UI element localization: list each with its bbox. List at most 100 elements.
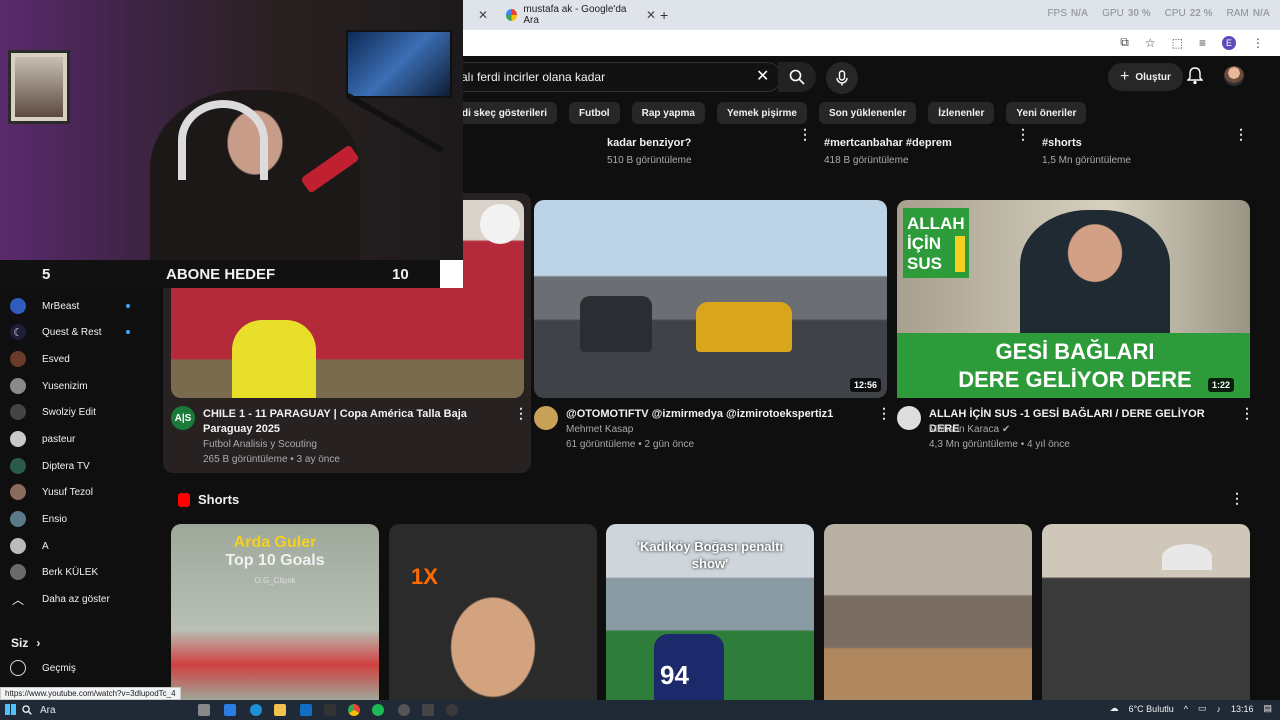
spotify-icon[interactable] xyxy=(372,704,384,716)
video-meta[interactable]: #shorts 1,5 Mn görüntüleme xyxy=(1042,137,1131,166)
sidebar-item-history[interactable]: Geçmiş xyxy=(10,660,76,676)
singer-shape xyxy=(1020,210,1170,333)
volume-icon[interactable]: ♪ xyxy=(1216,704,1221,714)
short-thumbnail[interactable] xyxy=(1042,524,1250,700)
task-view-icon[interactable] xyxy=(198,704,210,716)
short-thumbnail[interactable]: Arda Guler Top 10 Goals O.G_Clipsk xyxy=(171,524,379,700)
account-avatar[interactable] xyxy=(1224,66,1244,86)
more-options-icon[interactable]: ⋮ xyxy=(798,126,812,143)
sidebar-item-diptera[interactable]: Diptera TV xyxy=(10,456,130,476)
install-app-icon[interactable]: ⧉ xyxy=(1120,35,1129,50)
notifications-bell-icon[interactable] xyxy=(1186,67,1204,90)
chip[interactable]: Yeni öneriler xyxy=(1006,102,1087,124)
more-options-icon[interactable]: ⋮ xyxy=(1016,126,1030,143)
video-title[interactable]: @OTOMOTIFTV @izmirmedya @izmirotoekspert… xyxy=(566,407,866,422)
sidebar-item-pasteur[interactable]: pasteur xyxy=(10,429,130,449)
extensions-icon[interactable]: ⬚ xyxy=(1172,36,1183,50)
browser-tab-google[interactable]: mustafa ak - Google'da Ara ✕ xyxy=(496,4,656,26)
perf-overlay: FPS N/A GPU 30 % CPU 22 % RAM N/A xyxy=(1047,8,1270,19)
bookmark-star-icon[interactable]: ☆ xyxy=(1145,36,1156,50)
webcam-overlay xyxy=(0,0,463,260)
channel-name[interactable]: Mahsun Karaca ✔ xyxy=(929,422,1010,437)
channel-name[interactable]: Futbol Analisis y Scouting xyxy=(203,437,317,452)
clear-search-icon[interactable]: ✕ xyxy=(756,66,769,86)
more-options-icon[interactable]: ⋮ xyxy=(1234,126,1248,143)
chip[interactable]: Yemek pişirme xyxy=(716,102,807,124)
windows-taskbar: Ara ☁ 6°C Bulutlu ^ ▭ ♪ 13:16 ▤ xyxy=(0,700,1280,720)
video-meta: 4,3 Mn görüntüleme • 4 yıl önce xyxy=(929,439,1070,450)
network-icon[interactable]: ▭ xyxy=(1198,703,1207,714)
more-options-icon[interactable]: ⋮ xyxy=(514,405,528,422)
channel-avatar[interactable] xyxy=(534,406,558,430)
channel-avatar xyxy=(10,431,26,447)
app-icon[interactable] xyxy=(422,704,434,716)
search-button[interactable] xyxy=(778,62,816,92)
sidebar-item-mrbeast[interactable]: MrBeast xyxy=(10,296,130,316)
obs-icon[interactable] xyxy=(398,704,410,716)
video-meta[interactable]: #mertcanbahar #deprem 418 B görüntüleme xyxy=(824,137,952,166)
goal-current: 5 xyxy=(42,265,51,283)
store-icon[interactable] xyxy=(300,704,312,716)
chip[interactable]: Rap yapma xyxy=(631,102,705,124)
tray-expand-icon[interactable]: ^ xyxy=(1184,704,1188,714)
weather-icon[interactable]: ☁ xyxy=(1110,703,1119,714)
chevron-right-icon: › xyxy=(36,636,41,650)
short-thumbnail[interactable] xyxy=(824,524,1032,700)
app-icon[interactable] xyxy=(446,704,458,716)
close-tab-icon[interactable]: ✕ xyxy=(646,8,656,22)
sidebar-item-esved[interactable]: Esved xyxy=(10,349,130,369)
channel-avatar[interactable] xyxy=(897,406,921,430)
show-less-button[interactable]: ︿ Daha az göster xyxy=(10,589,130,609)
new-tab-button[interactable]: + xyxy=(660,4,668,26)
chip[interactable]: İzlenenler xyxy=(928,102,995,124)
more-options-icon[interactable]: ⋮ xyxy=(877,405,891,422)
video-title[interactable]: CHILE 1 - 11 PARAGUAY | Copa América Tal… xyxy=(203,407,503,437)
sidebar-item-berk[interactable]: Berk KÜLEK xyxy=(10,562,130,582)
more-options-icon[interactable]: ⋮ xyxy=(1230,490,1244,507)
sidebar-item-swolziy[interactable]: Swolziy Edit xyxy=(10,402,130,422)
media-control-icon[interactable]: ≡ xyxy=(1199,36,1206,50)
more-options-icon[interactable]: ⋮ xyxy=(1240,405,1254,422)
clock[interactable]: 13:16 xyxy=(1231,704,1254,714)
sidebar-item-a[interactable]: A xyxy=(10,536,130,556)
voice-search-button[interactable] xyxy=(826,62,858,94)
close-tab-icon[interactable]: ✕ xyxy=(478,4,488,26)
sidebar-item-yusenizim[interactable]: Yusenizim xyxy=(10,376,130,396)
chip[interactable]: Son yüklenenler xyxy=(819,102,917,124)
chrome-icon[interactable] xyxy=(348,704,360,716)
mic-arm-shape xyxy=(345,92,445,154)
notifications-icon[interactable]: ▤ xyxy=(1263,703,1272,714)
channel-avatar xyxy=(10,378,26,394)
search-input[interactable]: alı ferdi incirler olana kadar xyxy=(452,62,782,92)
create-button[interactable]: + Oluştur xyxy=(1108,63,1183,91)
sidebar-you-header[interactable]: Siz › xyxy=(11,636,40,650)
short-thumbnail[interactable]: 1X xyxy=(389,524,597,700)
taskbar-search[interactable]: Ara xyxy=(22,702,192,718)
system-tray: ☁ 6°C Bulutlu ^ ▭ ♪ 13:16 ▤ xyxy=(1110,703,1272,714)
verified-icon: ✔ xyxy=(1001,424,1011,435)
search-icon xyxy=(22,705,32,715)
short-thumbnail[interactable]: 'Kadıköy Boğası penaltı show' 94 xyxy=(606,524,814,700)
channel-avatar[interactable]: A|S xyxy=(171,406,195,430)
chip[interactable]: di skeç gösterileri xyxy=(452,102,558,124)
capcut-icon[interactable] xyxy=(324,704,336,716)
channel-avatar xyxy=(10,484,26,500)
sidebar-item-ensio[interactable]: Ensio xyxy=(10,509,130,529)
new-content-dot xyxy=(126,330,130,334)
channel-avatar xyxy=(10,564,26,580)
chip[interactable]: Futbol xyxy=(569,102,620,124)
profile-avatar-icon[interactable]: E xyxy=(1222,35,1236,50)
browser-menu-icon[interactable]: ⋮ xyxy=(1252,36,1264,50)
video-meta: 61 görüntüleme • 2 gün önce xyxy=(566,439,695,450)
windows-start-icon[interactable] xyxy=(5,704,16,715)
sidebar-item-yusuf-tezol[interactable]: Yusuf Tezol xyxy=(10,482,130,502)
file-explorer-icon[interactable] xyxy=(274,704,286,716)
edge-icon[interactable] xyxy=(250,704,262,716)
weather-text[interactable]: 6°C Bulutlu xyxy=(1129,704,1174,714)
chevron-up-icon: ︿ xyxy=(11,592,24,607)
widgets-icon[interactable] xyxy=(224,704,236,716)
video-meta[interactable]: kadar benziyor? 510 B görüntüleme xyxy=(607,137,692,166)
sidebar-item-quest-rest[interactable]: ☾ Quest & Rest xyxy=(10,322,130,342)
channel-name[interactable]: Mehmet Kasap xyxy=(566,422,633,437)
channel-avatar xyxy=(10,511,26,527)
